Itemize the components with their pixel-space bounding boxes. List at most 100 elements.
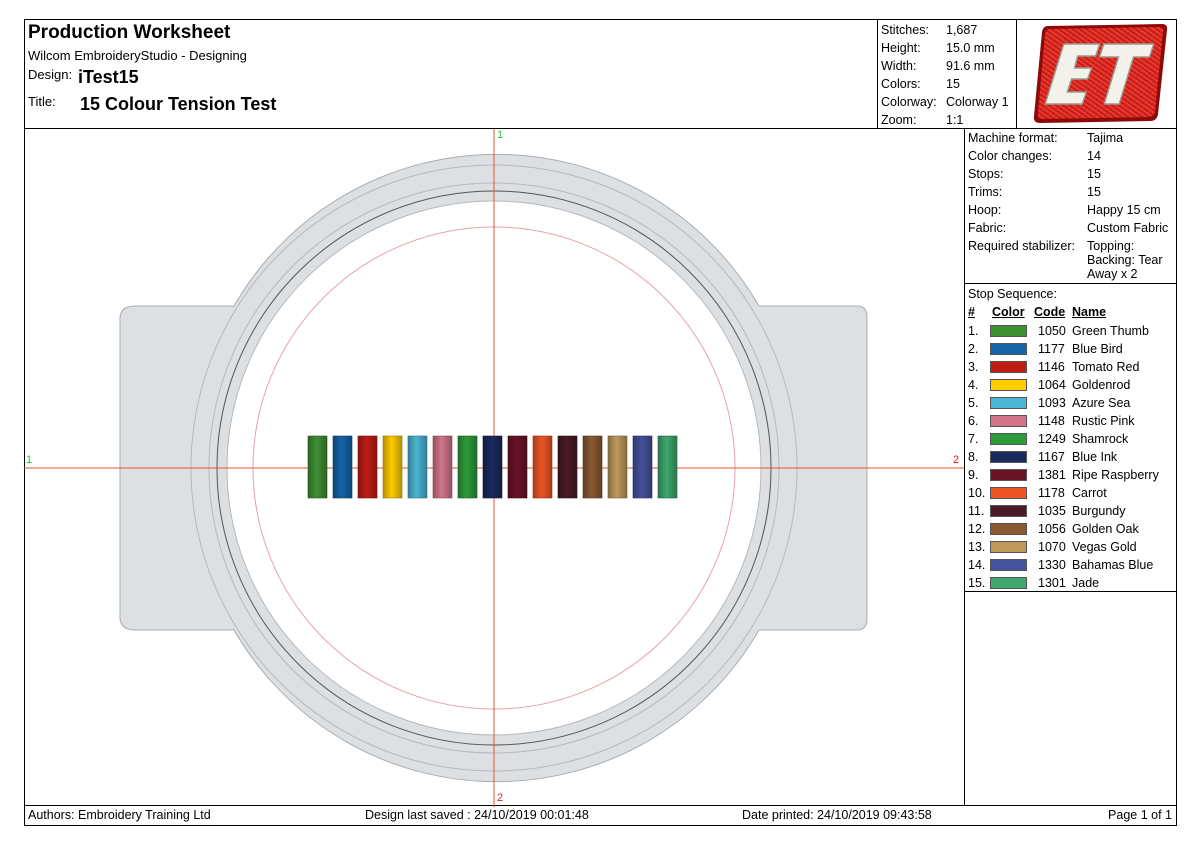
thread-code: 1093 [1038, 396, 1066, 410]
seq-header-name: Name [1072, 305, 1107, 319]
stop-sequence-row: 12. 1056 Golden Oak [965, 520, 1177, 538]
thread-code: 1148 [1038, 414, 1065, 428]
color-swatch [990, 505, 1027, 517]
seq-number: 11. [968, 504, 985, 518]
stop-sequence-row: 14. 1330 Bahamas Blue [965, 556, 1177, 574]
stop-sequence-row: 11. 1035 Burgundy [965, 502, 1177, 520]
page-title: Production Worksheet [28, 22, 231, 43]
color-bar [582, 435, 603, 499]
thread-name: Azure Sea [1072, 396, 1131, 410]
color-bar [332, 435, 353, 499]
stops: Stops: 15 [968, 167, 1101, 181]
seq-header-code: Code [1034, 305, 1066, 319]
thread-code: 1301 [1038, 576, 1066, 590]
color-bar [632, 435, 653, 499]
hoop: Hoop: Happy 15 cm [968, 203, 1161, 217]
color-swatch [990, 469, 1027, 481]
color-bar [507, 435, 528, 499]
color-changes: Color changes: 14 [968, 149, 1101, 163]
worksheet-header: Production Worksheet Wilcom EmbroiderySt… [24, 19, 877, 129]
seq-number: 9. [968, 468, 979, 482]
stop-sequence-row: 2. 1177 Blue Bird [965, 340, 1177, 358]
seq-header-num: # [968, 305, 975, 319]
color-bar [357, 435, 378, 499]
design-canvas[interactable]: 1 1 2 2 [24, 129, 964, 807]
thread-name: Golden Oak [1072, 522, 1139, 536]
stat-zoom: Zoom: 1:1 [881, 113, 964, 127]
title-label: Title: [28, 94, 56, 109]
stop-sequence-end [965, 591, 1177, 592]
color-bar [657, 435, 678, 499]
hoop-drawing [24, 129, 964, 807]
color-swatch [990, 487, 1027, 499]
thread-code: 1064 [1038, 378, 1066, 392]
color-bars [307, 435, 678, 499]
stop-sequence-row: 1. 1050 Green Thumb [965, 322, 1177, 340]
stop-sequence-divider [965, 283, 1177, 284]
axis-label-top: 1 [497, 129, 504, 141]
color-swatch [990, 433, 1027, 445]
logo-divider [1016, 19, 1017, 129]
seq-number: 2. [968, 342, 979, 356]
color-swatch [990, 451, 1027, 463]
thread-name: Rustic Pink [1072, 414, 1135, 428]
color-bar [307, 435, 328, 499]
fabric: Fabric: Custom Fabric [968, 221, 1169, 235]
seq-number: 6. [968, 414, 979, 428]
color-bar [482, 435, 503, 499]
footer-printed: Date printed: 24/10/2019 09:43:58 [742, 808, 932, 822]
color-swatch [990, 523, 1027, 535]
color-bar [457, 435, 478, 499]
thread-name: Burgundy [1072, 504, 1126, 518]
title-value: 15 Colour Tension Test [80, 94, 277, 114]
design-stats: Stitches: 1,687 Height: 15.0 mm Width: 91.6… [878, 19, 1016, 129]
color-bar [532, 435, 553, 499]
thread-name: Goldenrod [1072, 378, 1131, 392]
thread-code: 1330 [1038, 558, 1066, 572]
stop-sequence-row: 6. 1148 Rustic Pink [965, 412, 1177, 430]
color-swatch [990, 577, 1027, 589]
thread-code: 1146 [1038, 360, 1065, 374]
stabilizer-label: Required stabilizer: [968, 239, 1075, 253]
color-swatch [990, 559, 1027, 571]
thread-name: Blue Bird [1072, 342, 1123, 356]
thread-name: Jade [1072, 576, 1100, 590]
axis-label-bottom: 2 [497, 792, 504, 804]
color-bar [382, 435, 403, 499]
seq-header-color: Color [992, 305, 1025, 319]
worksheet-footer: Authors: Embroidery Training Ltd Design … [24, 806, 1177, 826]
thread-code: 1178 [1038, 486, 1065, 500]
seq-number: 15. [968, 576, 986, 590]
design-value: iTest15 [78, 67, 139, 87]
seq-number: 12. [968, 522, 986, 536]
color-swatch [990, 343, 1027, 355]
stop-sequence-row: 13. 1070 Vegas Gold [965, 538, 1177, 556]
color-bar [432, 435, 453, 499]
color-swatch [990, 325, 1027, 337]
axis-label-left: 1 [26, 454, 33, 466]
seq-number: 7. [968, 432, 979, 446]
stop-sequence-row: 15. 1301 Jade [965, 574, 1177, 592]
thread-code: 1035 [1038, 504, 1066, 518]
stop-sequence-row: 3. 1146 Tomato Red [965, 358, 1177, 376]
footer-page: Page 1 of 1 [1108, 808, 1172, 822]
stop-sequence-row: 4. 1064 Goldenrod [965, 376, 1177, 394]
thread-code: 1050 [1038, 324, 1066, 338]
thread-code: 1381 [1038, 468, 1066, 482]
stat-colorway: Colorway: Colorway 1 [881, 95, 1009, 109]
thread-name: Blue Ink [1072, 450, 1118, 464]
color-bar [607, 435, 628, 499]
color-swatch [990, 397, 1027, 409]
color-swatch [990, 361, 1027, 373]
stat-stitches: Stitches: 1,687 [881, 23, 978, 37]
thread-name: Bahamas Blue [1072, 558, 1154, 572]
thread-name: Vegas Gold [1072, 540, 1137, 554]
seq-number: 1. [968, 324, 979, 338]
seq-number: 5. [968, 396, 979, 410]
footer-saved: Design last saved : 24/10/2019 00:01:48 [365, 808, 589, 822]
stop-sequence-row: 10. 1178 Carrot [965, 484, 1177, 502]
color-swatch [990, 541, 1027, 553]
thread-code: 1070 [1038, 540, 1066, 554]
color-swatch [990, 415, 1027, 427]
thread-code: 1249 [1038, 432, 1066, 446]
